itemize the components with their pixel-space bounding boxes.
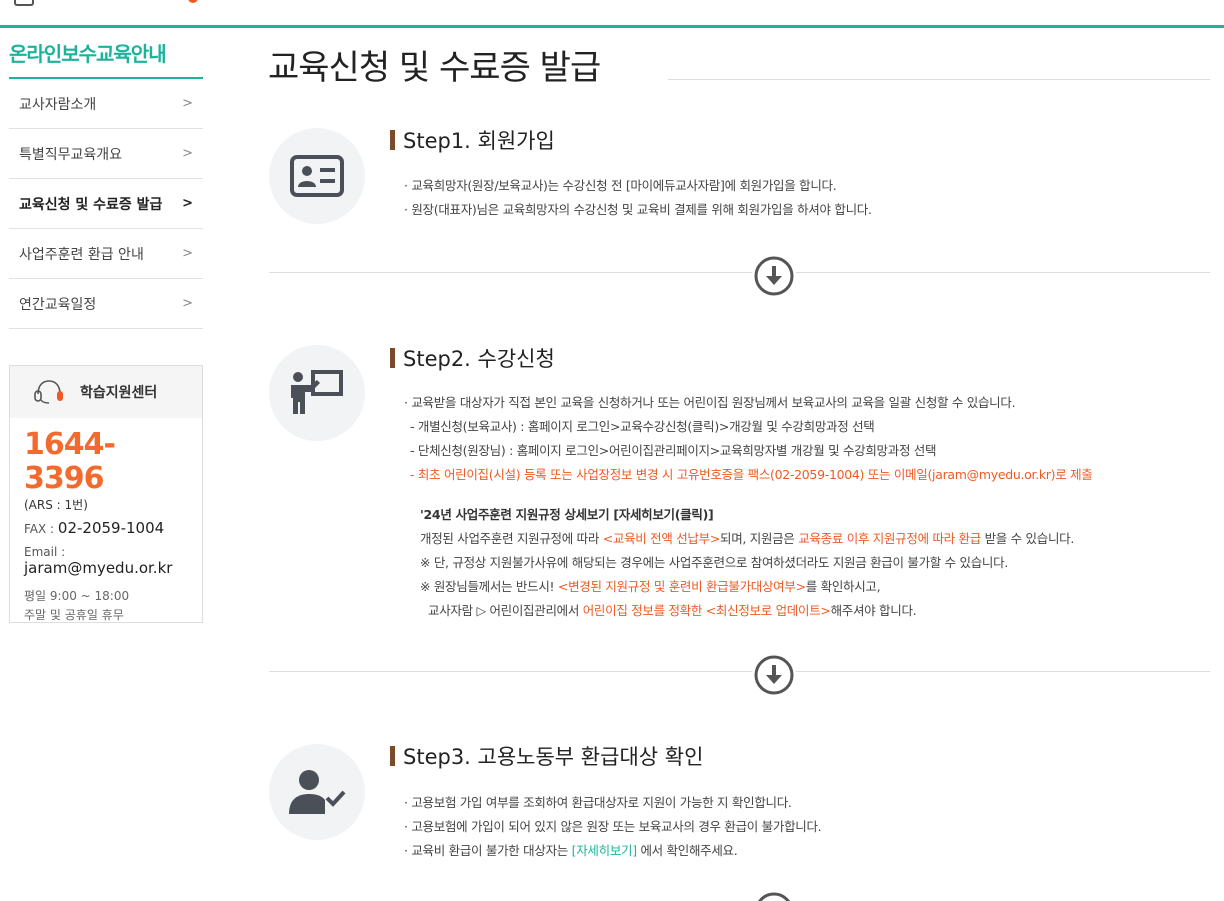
logo-accent	[188, 0, 198, 3]
step3-line: · 교육비 환급이 불가한 대상자는 [자세히보기] 에서 확인해주세요.	[404, 839, 821, 863]
title-bar	[390, 130, 395, 150]
title-bar	[390, 348, 395, 368]
email-label: Email :	[24, 545, 66, 559]
sidebar-item-special-training[interactable]: 특별직무교육개요 >	[9, 129, 203, 179]
step1-description: · 교육희망자(원장/보육교사)는 수강신청 전 [마이에듀교사자람]에 회원가…	[404, 174, 872, 222]
step1-line: · 교육희망자(원장/보육교사)는 수강신청 전 [마이에듀교사자람]에 회원가…	[404, 178, 837, 193]
headset-icon	[34, 380, 63, 404]
sub-line: ※ 원장님들께서는 반드시! <변경된 지원규정 및 훈련비 환급불가대상여부>…	[420, 575, 1074, 599]
sidebar-title: 온라인보수교육안내	[9, 38, 203, 79]
step2-line: · 교육받을 대상자가 직접 본인 교육을 신청하거나 또는 어린이집 원장님께…	[404, 395, 1016, 410]
sidebar-item-label: 사업주훈련 환급 안내	[19, 246, 144, 263]
sidebar-item-schedule[interactable]: 연간교육일정 >	[9, 279, 203, 329]
text: 개정된 사업주훈련 지원규정에 따라	[420, 531, 603, 546]
sidebar: 온라인보수교육안내 교사자람소개 > 특별직무교육개요 > 교육신청 및 수료증…	[9, 38, 203, 329]
sub-title-line: '24년 사업주훈련 지원규정 상세보기 [자세히보기(클릭)]	[420, 503, 1074, 527]
page-title: 교육신청 및 수료증 발급	[268, 48, 601, 88]
text: · 교육비 환급이 불가한 대상자는	[404, 843, 572, 858]
fax-label: FAX :	[24, 522, 58, 536]
detail-link[interactable]: [자세히보기(클릭)]	[613, 507, 713, 522]
support-center-header: 학습지원센터	[10, 366, 202, 418]
support-center-box: 학습지원센터 1644-3396 (ARS : 1번) FAX : 02-205…	[9, 365, 203, 623]
highlight: <교육비 전액 선납부>	[602, 531, 721, 546]
step2-notice-line: - 최초 어린이집(시설) 등록 또는 사업장정보 변경 시 고유번호증을 팩스…	[410, 467, 1093, 482]
sidebar-item-label: 특별직무교육개요	[19, 146, 123, 163]
sidebar-item-teacher-intro[interactable]: 교사자람소개 >	[9, 79, 203, 129]
support-center-body: 1644-3396 (ARS : 1번) FAX : 02-2059-1004 …	[10, 418, 202, 635]
logo[interactable]	[14, 0, 34, 6]
sub-line: ※ 단, 규정상 지원불가사유에 해당되는 경우에는 사업주훈련으로 참여하셨더…	[420, 555, 1009, 570]
step1-line: · 원장(대표자)님은 교육희망자의 수강신청 및 교육비 결제를 위해 회원가…	[404, 202, 872, 217]
step-divider	[269, 671, 1210, 672]
sidebar-item-refund[interactable]: 사업주훈련 환급 안내 >	[9, 229, 203, 279]
top-header	[0, 0, 1224, 28]
chevron-right-icon: >	[182, 96, 193, 111]
text: 해주셔야 합니다.	[830, 603, 917, 618]
text: 되며, 지원금은	[720, 531, 799, 546]
text: ※ 원장님들께서는 반드시!	[420, 579, 558, 594]
arrow-down-icon	[752, 653, 796, 697]
sidebar-item-label: 교사자람소개	[19, 96, 97, 113]
highlight: 어린이집 정보를 정확한 <최신정보로 업데이트>	[582, 603, 831, 618]
sidebar-item-application[interactable]: 교육신청 및 수료증 발급 >	[9, 179, 203, 229]
chevron-right-icon: >	[182, 196, 193, 211]
support-hours: 평일 9:00 ~ 18:00 주말 및 공휴일 휴무	[24, 587, 188, 625]
step2-subsection: '24년 사업주훈련 지원규정 상세보기 [자세히보기(클릭)] 개정된 사업주…	[420, 503, 1074, 623]
step-divider	[269, 272, 1210, 273]
step3-title-text: Step3. 고용노동부 환급대상 확인	[403, 745, 704, 769]
highlight: <변경된 지원규정 및 훈련비 환급불가대상여부>	[557, 579, 806, 594]
presenter-icon	[269, 345, 365, 441]
step3-line: · 고용보험에 가입이 되어 있지 않은 원장 또는 보육교사의 경우 환급이 …	[404, 819, 822, 834]
text: 에서 확인해주세요.	[636, 843, 738, 858]
sub-title: '24년 사업주훈련 지원규정 상세보기	[420, 507, 614, 522]
support-ars: (ARS : 1번)	[24, 498, 88, 512]
highlight: 교육종료 이후 지원규정에 따라 환급	[798, 531, 981, 546]
fax-number: 02-2059-1004	[57, 519, 165, 537]
title-divider	[668, 79, 1210, 80]
weekday-hours: 평일 9:00 ~ 18:00	[24, 589, 130, 603]
chevron-right-icon: >	[182, 246, 193, 261]
step3-description: · 고용보험 가입 여부를 조회하여 환급대상자로 지원이 가능한 지 확인합니…	[404, 791, 822, 863]
step2-title: Step2. 수강신청	[390, 343, 555, 373]
sidebar-item-label: 교육신청 및 수료증 발급	[19, 196, 163, 213]
step1-title-text: Step1. 회원가입	[403, 129, 555, 153]
detail-link[interactable]: [자세히보기]	[572, 843, 637, 858]
step2-line: - 개별신청(보육교사) : 홈페이지 로그인>교육수강신청(클릭)>개강월 및…	[410, 419, 875, 434]
step2-description: · 교육받을 대상자가 직접 본인 교육을 신청하거나 또는 어린이집 원장님께…	[404, 391, 1093, 487]
weekend-hours: 주말 및 공휴일 휴무	[24, 608, 124, 622]
step3-title: Step3. 고용노동부 환급대상 확인	[390, 741, 703, 771]
step2-title-text: Step2. 수강신청	[403, 347, 555, 371]
user-check-icon	[269, 744, 365, 840]
support-fax: FAX : 02-2059-1004	[24, 519, 188, 537]
member-card-icon	[269, 128, 365, 224]
text: 받을 수 있습니다.	[980, 531, 1075, 546]
support-email[interactable]: jaram@myedu.or.kr	[24, 559, 188, 577]
title-bar	[390, 746, 395, 766]
text: 를 확인하시고,	[805, 579, 881, 594]
arrow-down-icon	[752, 890, 796, 901]
step2-line: - 단체신청(원장님) : 홈페이지 로그인>어린이집관리페이지>교육희망자별 …	[410, 443, 937, 458]
support-center-title: 학습지원센터	[80, 385, 158, 401]
arrow-down-icon	[752, 254, 796, 298]
support-phone[interactable]: 1644-3396	[24, 428, 188, 496]
text: 교사자람 ▷ 어린이집관리에서	[428, 603, 583, 618]
step1-title: Step1. 회원가입	[390, 125, 555, 155]
chevron-right-icon: >	[182, 146, 193, 161]
chevron-right-icon: >	[182, 296, 193, 311]
sidebar-item-label: 연간교육일정	[19, 296, 97, 313]
sub-line: 개정된 사업주훈련 지원규정에 따라 <교육비 전액 선납부>되며, 지원금은 …	[420, 527, 1074, 551]
sub-line: 교사자람 ▷ 어린이집관리에서 어린이집 정보를 정확한 <최신정보로 업데이트…	[420, 599, 1074, 623]
step3-line: · 고용보험 가입 여부를 조회하여 환급대상자로 지원이 가능한 지 확인합니…	[404, 795, 792, 810]
